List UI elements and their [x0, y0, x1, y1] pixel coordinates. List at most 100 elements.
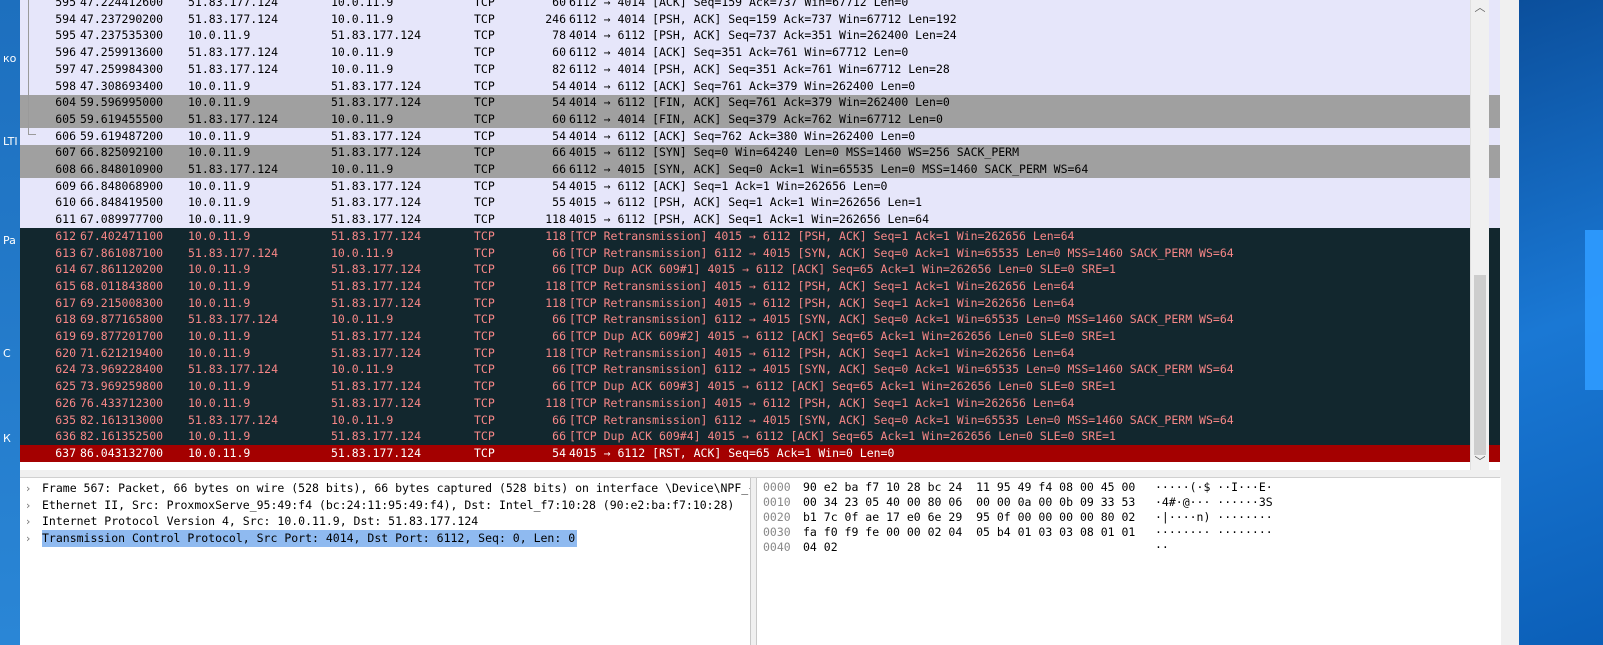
packet-row[interactable]: 598 47.308693400 10.0.11.9 51.83.177.124 TCP… — [20, 77, 1500, 95]
packet-row[interactable]: 613 67.861087100 51.83.177.124 10.0.11.9 TCP… — [20, 244, 1500, 262]
packet-source: 51.83.177.124 — [188, 0, 279, 9]
packet-time: 66.848010900 — [80, 162, 164, 176]
detail-tree-item[interactable]: › Ethernet II, Src: ProxmoxServe_95:49:f4… — [20, 497, 750, 514]
packet-row[interactable]: 619 69.877201700 10.0.11.9 51.83.177.124 TCP… — [20, 328, 1500, 345]
detail-tree-item[interactable]: › Transmission Control Protocol, Src Port… — [20, 530, 750, 548]
packet-number: 617 — [55, 295, 76, 310]
packet-time: 59.596995000 — [80, 95, 164, 110]
packet-row[interactable]: 611 67.089977700 10.0.11.9 51.83.177.124 TCP… — [20, 211, 1500, 229]
packet-source: 51.83.177.124 — [188, 245, 279, 260]
packet-protocol: TCP — [474, 28, 495, 43]
packet-row[interactable]: 615 68.011843800 10.0.11.9 51.83.177.124 TCP… — [20, 277, 1500, 295]
packet-row[interactable]: 604 59.596995000 10.0.11.9 51.83.177.124 TCP… — [20, 94, 1500, 112]
expand-arrow-icon[interactable]: › — [26, 513, 30, 530]
packet-length: 54 — [552, 95, 566, 110]
expand-arrow-icon[interactable]: › — [26, 530, 30, 547]
packet-list[interactable]: 637 86.043132700 10.0.11.9 51.83.177.124 TCP… — [20, 0, 1500, 470]
packet-time: 69.877201700 — [80, 329, 164, 343]
packet-number: 612 — [55, 228, 76, 243]
packet-row[interactable]: 596 47.259913600 51.83.177.124 10.0.11.9 TCP… — [20, 44, 1500, 62]
packet-details-pane[interactable]: › Frame 567: Packet, 66 bytes on wire (52… — [20, 478, 751, 645]
packet-length: 54 — [552, 445, 566, 460]
packet-length: 54 — [552, 78, 566, 93]
packet-length: 54 — [552, 178, 566, 193]
detail-tree-label: Ethernet II, Src: ProxmoxServe_95:49:f4 … — [42, 497, 735, 512]
packet-time: 67.861087100 — [80, 245, 164, 260]
packet-destination: 51.83.177.124 — [331, 329, 422, 343]
packet-length: 66 — [552, 329, 566, 343]
packet-row[interactable]: 606 59.619487200 10.0.11.9 51.83.177.124 TCP… — [20, 127, 1500, 145]
conversation-bracket-end — [28, 134, 36, 135]
packet-length: 66 — [552, 412, 566, 427]
packet-number: 598 — [55, 78, 76, 93]
packet-row[interactable]: 626 76.433712300 10.0.11.9 51.83.177.124 TCP… — [20, 394, 1500, 412]
packet-destination: 51.83.177.124 — [331, 195, 422, 210]
packet-row[interactable]: 594 47.237290200 51.83.177.124 10.0.11.9 TCP… — [20, 10, 1500, 28]
packet-row[interactable]: 609 66.848068900 10.0.11.9 51.83.177.124 TCP… — [20, 177, 1500, 195]
packet-source: 10.0.11.9 — [188, 278, 251, 293]
packet-info: [TCP Dup ACK 609#3] 4015 → 6112 [ACK] Se… — [569, 379, 1116, 394]
packet-info: [TCP Retransmission] 6112 → 4015 [SYN, A… — [569, 412, 1234, 427]
pane-splitter[interactable] — [20, 470, 1500, 478]
packet-info: 4015 → 6112 [RST, ACK] Seq=65 Ack=1 Win=… — [569, 445, 895, 460]
detail-tree-label: Transmission Control Protocol, Src Port:… — [42, 530, 578, 548]
packet-source: 10.0.11.9 — [188, 262, 251, 277]
desktop-label: ко — [3, 52, 17, 65]
packet-info: [TCP Retransmission] 4015 → 6112 [PSH, A… — [569, 228, 1075, 243]
scroll-down-icon[interactable]: ﹀ — [1471, 454, 1489, 470]
packet-row[interactable]: 620 71.621219400 10.0.11.9 51.83.177.124 TCP… — [20, 344, 1500, 362]
packet-row[interactable]: 605 59.619455500 51.83.177.124 10.0.11.9 TCP… — [20, 110, 1500, 128]
packet-source: 51.83.177.124 — [188, 61, 279, 76]
packet-source: 10.0.11.9 — [188, 145, 251, 160]
packet-length: 118 — [545, 395, 566, 410]
packet-info: 4015 → 6112 [ACK] Seq=1 Ack=1 Win=262656… — [569, 178, 888, 193]
packet-time: 68.011843800 — [80, 278, 164, 293]
packet-number: 613 — [55, 245, 76, 260]
packet-row[interactable]: 636 82.161352500 10.0.11.9 51.83.177.124 TCP… — [20, 428, 1500, 446]
packet-number: 607 — [55, 145, 76, 160]
packet-destination: 51.83.177.124 — [331, 228, 422, 243]
packet-row[interactable]: 595 47.237535300 10.0.11.9 51.83.177.124 TCP… — [20, 27, 1500, 45]
packet-row[interactable]: 624 73.969228400 51.83.177.124 10.0.11.9 TCP… — [20, 361, 1500, 379]
packet-row[interactable]: 597 47.259984300 51.83.177.124 10.0.11.9 TCP… — [20, 60, 1500, 78]
packet-source: 10.0.11.9 — [188, 395, 251, 410]
packet-row[interactable]: 637 86.043132700 10.0.11.9 51.83.177.124 TCP… — [20, 444, 1500, 462]
packet-time: 66.848419500 — [80, 195, 164, 210]
hex-bytes: fa f0 f9 fe 00 00 02 04 05 b4 01 03 03 0… — [803, 525, 1136, 539]
packet-row[interactable]: 614 67.861120200 10.0.11.9 51.83.177.124 TCP… — [20, 261, 1500, 279]
detail-tree-item[interactable]: › Frame 567: Packet, 66 bytes on wire (52… — [20, 480, 750, 497]
packet-protocol: TCP — [474, 111, 495, 126]
packet-length: 118 — [545, 278, 566, 293]
packet-number: 626 — [55, 395, 76, 410]
conversation-bracket-line — [28, 0, 29, 135]
packet-length: 55 — [552, 195, 566, 210]
scroll-up-icon[interactable]: ︿ — [1471, 0, 1489, 16]
packet-row[interactable]: 617 69.215008300 10.0.11.9 51.83.177.124 TCP… — [20, 294, 1500, 312]
packet-source: 10.0.11.9 — [188, 429, 251, 444]
packet-length: 66 — [552, 362, 566, 377]
packet-number: 625 — [55, 379, 76, 394]
scrollbar-thumb[interactable] — [1474, 275, 1486, 455]
packet-destination: 10.0.11.9 — [331, 412, 394, 427]
packet-length: 118 — [545, 295, 566, 310]
packet-row[interactable]: 612 67.402471100 10.0.11.9 51.83.177.124 TCP… — [20, 227, 1500, 245]
packet-list-scrollbar[interactable]: ︿ ﹀ — [1470, 0, 1489, 470]
packet-info: 6112 → 4014 [ACK] Seq=159 Ack=737 Win=67… — [569, 0, 909, 9]
packet-row[interactable]: 625 73.969259800 10.0.11.9 51.83.177.124 TCP… — [20, 378, 1500, 396]
expand-arrow-icon[interactable]: › — [26, 480, 30, 497]
packet-destination: 51.83.177.124 — [331, 178, 422, 193]
packet-time: 59.619487200 — [80, 128, 164, 143]
packet-row[interactable]: 608 66.848010900 51.83.177.124 10.0.11.9 TCP… — [20, 161, 1500, 178]
packet-row[interactable]: 618 69.877165800 51.83.177.124 10.0.11.9 TCP… — [20, 311, 1500, 329]
detail-tree-item[interactable]: › Internet Protocol Version 4, Src: 10.0.… — [20, 513, 750, 530]
packet-destination: 10.0.11.9 — [331, 45, 394, 60]
packet-bytes-pane[interactable]: 0000 90 e2 ba f7 10 28 bc 24 11 95 49 f4 … — [756, 478, 1501, 645]
packet-info: 6112 → 4014 [FIN, ACK] Seq=379 Ack=762 W… — [569, 111, 943, 126]
packet-row[interactable]: 607 66.825092100 10.0.11.9 51.83.177.124 TCP… — [20, 144, 1500, 162]
packet-row[interactable]: 635 82.161313000 51.83.177.124 10.0.11.9 TCP… — [20, 411, 1500, 429]
packet-number: 619 — [55, 329, 76, 343]
expand-arrow-icon[interactable]: › — [26, 497, 30, 514]
packet-row[interactable]: 595 47.224412600 51.83.177.124 10.0.11.9 TCP… — [20, 0, 1500, 11]
packet-row[interactable]: 610 66.848419500 10.0.11.9 51.83.177.124 TCP… — [20, 194, 1500, 212]
packet-time: 67.402471100 — [80, 228, 164, 243]
